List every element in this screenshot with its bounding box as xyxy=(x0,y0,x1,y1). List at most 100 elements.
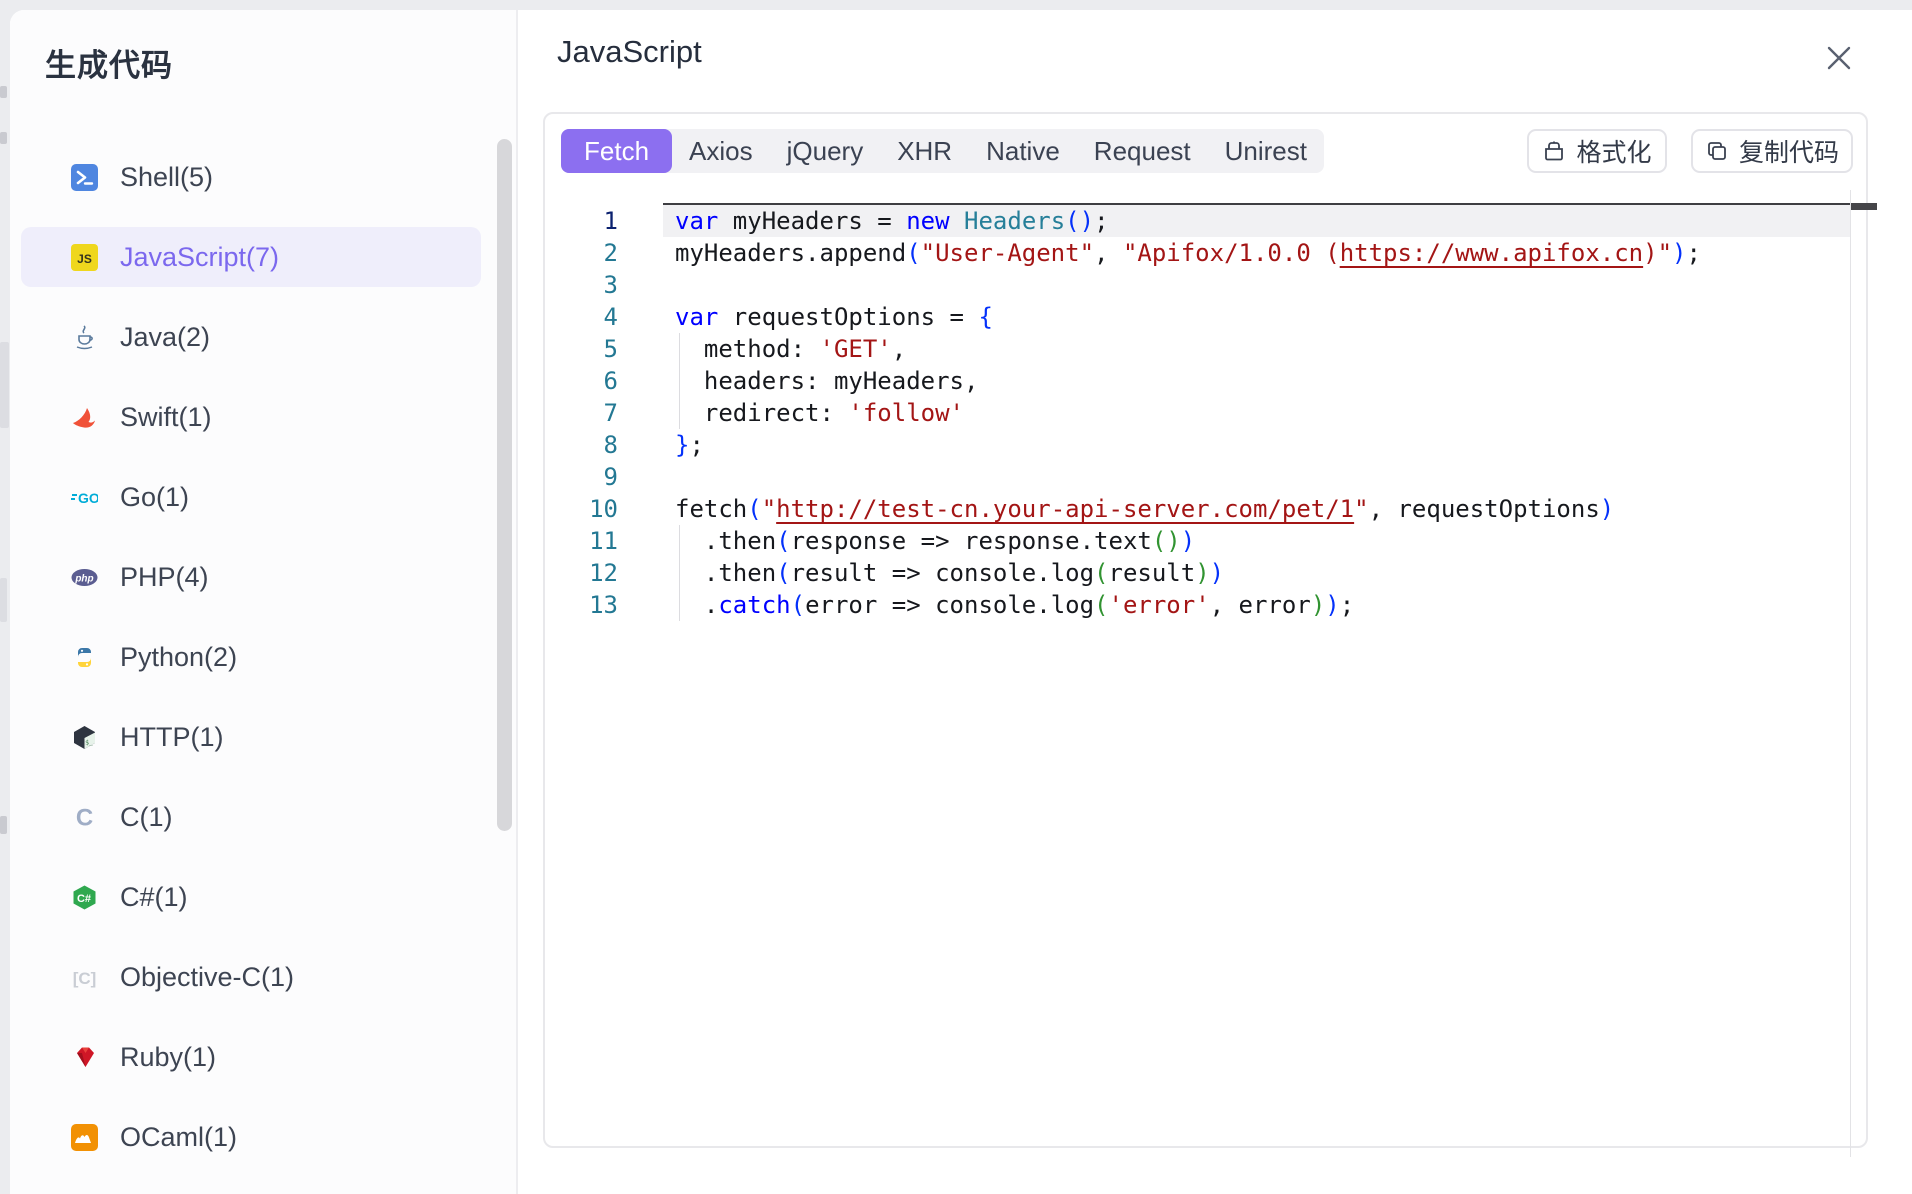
sidebar-item-label: HTTP(1) xyxy=(120,722,224,753)
copy-icon xyxy=(1705,139,1729,163)
csharp-icon: C# xyxy=(71,884,98,911)
sidebar-item-label: Go(1) xyxy=(120,482,189,513)
sidebar-item-javascript[interactable]: JS JavaScript(7) xyxy=(21,227,481,287)
overview-cursor-mark xyxy=(1851,203,1877,210)
sidebar-item-objective-c[interactable]: [C] Objective-C(1) xyxy=(21,947,481,1007)
overview-ruler xyxy=(1850,190,1851,1157)
sidebar-item-label: PHP(4) xyxy=(120,562,209,593)
objective-c-icon: [C] xyxy=(71,964,98,991)
sidebar-item-php[interactable]: php PHP(4) xyxy=(21,547,481,607)
tab-jquery[interactable]: jQuery xyxy=(770,129,881,173)
code-line: myHeaders.append("User-Agent", "Apifox/1… xyxy=(675,237,1701,269)
ruby-icon xyxy=(71,1044,98,1071)
go-icon: GO xyxy=(71,484,98,511)
svg-text:[C]: [C] xyxy=(73,969,97,988)
line-number: 5 xyxy=(554,333,618,365)
page-title: JavaScript xyxy=(557,34,702,70)
sidebar-item-label: C#(1) xyxy=(120,882,188,913)
code-line: method: 'GET', xyxy=(675,333,1701,365)
php-icon: php xyxy=(71,564,98,591)
sidebar-item-ruby[interactable]: Ruby(1) xyxy=(21,1027,481,1087)
tab-unirest[interactable]: Unirest xyxy=(1208,129,1324,173)
ocaml-icon xyxy=(71,1124,98,1151)
sidebar-item-go[interactable]: GO Go(1) xyxy=(21,467,481,527)
format-icon xyxy=(1542,139,1566,163)
sidebar-item-java[interactable]: Java(2) xyxy=(21,307,481,367)
line-number: 1 xyxy=(554,205,618,237)
line-number: 3 xyxy=(554,269,618,301)
svg-text:C#: C# xyxy=(77,893,91,905)
http-icon: $_ xyxy=(71,724,98,751)
backdrop-artifact xyxy=(0,132,7,144)
sidebar-item-label: Objective-C(1) xyxy=(120,962,294,993)
language-sidebar: 生成代码 Shell(5) JS JavaScript(7) Java(2) Swift… xyxy=(10,10,516,1194)
javascript-icon: JS xyxy=(71,244,98,271)
line-number: 10 xyxy=(554,493,618,525)
sidebar-item-python[interactable]: Python(2) xyxy=(21,627,481,687)
line-number-gutter: 12345678910111213 xyxy=(554,205,618,621)
sidebar-item-label: Swift(1) xyxy=(120,402,212,433)
shell-icon xyxy=(71,164,98,191)
java-icon xyxy=(71,324,98,351)
code-line: .then(result => console.log(result)) xyxy=(675,557,1701,589)
backdrop-artifact xyxy=(0,578,7,622)
sidebar-item-label: Shell(5) xyxy=(120,162,213,193)
dialog-title: 生成代码 xyxy=(45,40,173,85)
python-icon xyxy=(71,644,98,671)
code-line: var myHeaders = new Headers(); xyxy=(675,205,1701,237)
sidebar-item-label: JavaScript(7) xyxy=(120,242,279,273)
sidebar-scrollbar[interactable] xyxy=(497,139,512,831)
svg-text:GO: GO xyxy=(78,490,98,506)
backdrop-artifact xyxy=(0,816,7,834)
line-number: 7 xyxy=(554,397,618,429)
code-line xyxy=(675,461,1701,493)
line-number: 8 xyxy=(554,429,618,461)
sidebar-item-http[interactable]: $_ HTTP(1) xyxy=(21,707,481,767)
svg-text:JS: JS xyxy=(77,252,92,266)
format-button[interactable]: 格式化 xyxy=(1527,129,1667,173)
code-line: var requestOptions = { xyxy=(675,301,1701,333)
copy-code-button[interactable]: 复制代码 xyxy=(1691,129,1853,173)
line-number: 6 xyxy=(554,365,618,397)
tab-fetch[interactable]: Fetch xyxy=(561,129,672,173)
line-number: 11 xyxy=(554,525,618,557)
line-number: 9 xyxy=(554,461,618,493)
code-line: fetch("http://test-cn.your-api-server.co… xyxy=(675,493,1701,525)
code-line: headers: myHeaders, xyxy=(675,365,1701,397)
tab-axios[interactable]: Axios xyxy=(672,129,770,173)
format-button-label: 格式化 xyxy=(1576,133,1651,169)
close-icon xyxy=(1824,43,1854,78)
tab-request[interactable]: Request xyxy=(1077,129,1208,173)
sidebar-divider xyxy=(516,10,518,1194)
code-line: .then(response => response.text()) xyxy=(675,525,1701,557)
generate-code-dialog: 生成代码 Shell(5) JS JavaScript(7) Java(2) Swift… xyxy=(10,10,1912,1194)
sidebar-item-label: Ruby(1) xyxy=(120,1042,216,1073)
line-number: 2 xyxy=(554,237,618,269)
tab-native[interactable]: Native xyxy=(969,129,1077,173)
line-number: 4 xyxy=(554,301,618,333)
client-tabbar: FetchAxiosjQueryXHRNativeRequestUnirest xyxy=(561,129,1324,173)
backdrop-artifact xyxy=(0,86,7,98)
tab-xhr[interactable]: XHR xyxy=(880,129,969,173)
close-button[interactable] xyxy=(1817,38,1861,82)
svg-text:php: php xyxy=(74,573,93,584)
sidebar-item-swift[interactable]: Swift(1) xyxy=(21,387,481,447)
code-line xyxy=(675,269,1701,301)
sidebar-item-label: Python(2) xyxy=(120,642,237,673)
generate-code-modal: 生成代码 Shell(5) JS JavaScript(7) Java(2) Swift… xyxy=(0,0,1912,1194)
code-line: }; xyxy=(675,429,1701,461)
sidebar-item-csharp[interactable]: C# C#(1) xyxy=(21,867,481,927)
sidebar-item-c[interactable]: C C(1) xyxy=(21,787,481,847)
svg-text:C: C xyxy=(76,804,93,831)
c-icon: C xyxy=(71,804,98,831)
swift-icon xyxy=(71,404,98,431)
sidebar-item-ocaml[interactable]: OCaml(1) xyxy=(21,1107,481,1167)
code-line: redirect: 'follow' xyxy=(675,397,1701,429)
sidebar-item-shell[interactable]: Shell(5) xyxy=(21,147,481,207)
sidebar-item-label: Java(2) xyxy=(120,322,210,353)
backdrop-artifact xyxy=(0,342,9,428)
sidebar-item-label: C(1) xyxy=(120,802,173,833)
line-number: 12 xyxy=(554,557,618,589)
sidebar-item-label: OCaml(1) xyxy=(120,1122,237,1153)
code-editor[interactable]: var myHeaders = new Headers();myHeaders.… xyxy=(675,205,1701,621)
